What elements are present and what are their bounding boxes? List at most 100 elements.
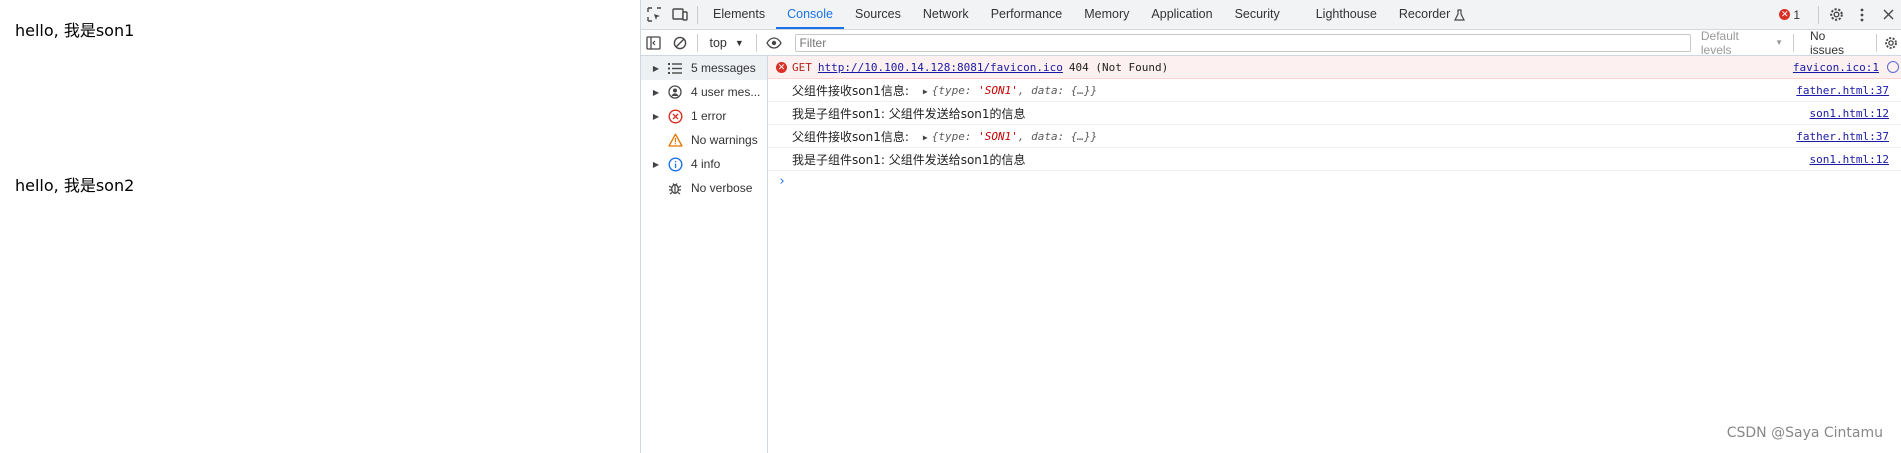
- console-sidebar: ▶ 5 messages ▶ 4 user mes... ▶ 1 error N…: [641, 56, 768, 453]
- log-object[interactable]: ▶ {type: 'SON1', data: {…}}: [923, 130, 1097, 143]
- sidebar-item-label: No warnings: [691, 133, 758, 147]
- tab-recorder-label: Recorder: [1398, 7, 1451, 21]
- log-text: 我是子组件son1: 父组件发送给son1的信息: [792, 106, 1026, 121]
- obj-prefix: {type:: [931, 129, 979, 143]
- toolbar-separator-3: [1793, 33, 1795, 52]
- issues-button[interactable]: No issues: [1810, 29, 1862, 57]
- console-error-row[interactable]: ✕ GET http://10.100.14.128:8081/favicon.…: [768, 56, 1901, 79]
- user-icon: [665, 82, 685, 102]
- sidebar-item-warnings[interactable]: No warnings: [641, 128, 767, 152]
- tab-sources[interactable]: Sources: [844, 0, 912, 29]
- toolbar-separator-4: [1876, 33, 1878, 52]
- log-levels-dropdown[interactable]: Default levels ▼: [1701, 29, 1783, 57]
- console-log-row[interactable]: 我是子组件son1: 父组件发送给son1的信息 son1.html:12: [768, 148, 1901, 171]
- request-url-link[interactable]: http://10.100.14.128:8081/favicon.ico: [818, 61, 1063, 74]
- devtools-panel: Elements Console Sources Network Perform…: [640, 0, 1901, 453]
- obj-suffix: , data: {…}}: [1017, 129, 1098, 143]
- error-icon: [665, 106, 685, 126]
- sidebar-item-label: 5 messages: [691, 61, 756, 75]
- source-link[interactable]: favicon.ico:1: [1793, 56, 1879, 79]
- tabbar-separator: [697, 5, 698, 24]
- list-icon: [665, 58, 685, 78]
- obj-suffix: , data: {…}}: [1017, 83, 1098, 97]
- network-globe-icon[interactable]: [1887, 61, 1899, 73]
- bug-icon: [665, 178, 685, 198]
- source-link[interactable]: father.html:37: [1796, 79, 1889, 102]
- warning-icon: [665, 130, 685, 150]
- request-method: GET: [792, 60, 812, 74]
- console-log-row[interactable]: 父组件接收son1信息: ▶ {type: 'SON1', data: {…}} …: [768, 125, 1901, 148]
- tabbar-right-separator: [1818, 5, 1819, 24]
- close-icon[interactable]: [1875, 2, 1901, 28]
- obj-type-value: 'SON1': [978, 129, 1018, 143]
- sidebar-item-label: 1 error: [691, 109, 727, 123]
- expand-arrow-icon: ▶: [652, 111, 660, 121]
- log-text: 我是子组件son1: 父组件发送给son1的信息: [792, 152, 1026, 167]
- error-counter[interactable]: ✕ 1: [1779, 8, 1800, 22]
- prompt-chevron-icon: ›: [778, 174, 786, 189]
- chevron-down-icon: ▼: [734, 37, 744, 48]
- expand-arrow-icon: ▶: [652, 159, 660, 169]
- console-log-row[interactable]: 我是子组件son1: 父组件发送给son1的信息 son1.html:12: [768, 102, 1901, 125]
- request-status: 404 (Not Found): [1068, 60, 1169, 74]
- filter-input[interactable]: [794, 33, 1691, 52]
- tab-network[interactable]: Network: [912, 0, 980, 29]
- tab-security[interactable]: Security: [1224, 0, 1291, 29]
- console-log-row[interactable]: 父组件接收son1信息: ▶ {type: 'SON1', data: {…}} …: [768, 79, 1901, 102]
- log-levels-label: Default levels: [1700, 28, 1739, 57]
- inspect-element-icon[interactable]: [641, 2, 667, 28]
- more-options-icon[interactable]: [1849, 2, 1875, 28]
- source-link[interactable]: son1.html:12: [1810, 102, 1889, 125]
- sidebar-item-errors[interactable]: ▶ 1 error: [641, 104, 767, 128]
- obj-type-value: 'SON1': [978, 83, 1018, 97]
- sidebar-toggle-icon[interactable]: [641, 31, 667, 55]
- log-text: 父组件接收son1信息:: [792, 83, 909, 98]
- settings-gear-icon[interactable]: [1823, 2, 1849, 28]
- son2-text: hello, 我是son2: [15, 176, 135, 195]
- tab-recorder[interactable]: Recorder: [1388, 0, 1476, 29]
- toolbar-separator-2: [755, 33, 757, 52]
- error-circle-icon: ✕: [776, 62, 787, 73]
- sidebar-item-label: 4 info: [691, 157, 721, 171]
- context-selector[interactable]: top ▼: [701, 36, 751, 50]
- webpage-viewport: hello, 我是son1 hello, 我是son2: [0, 0, 640, 453]
- devtools-tabbar: Elements Console Sources Network Perform…: [641, 0, 1901, 30]
- watermark: CSDN @Saya Cintamu: [1726, 425, 1883, 441]
- context-selector-label: top: [709, 35, 727, 50]
- sidebar-item-label: 4 user mes...: [691, 85, 761, 99]
- tab-console[interactable]: Console: [776, 0, 844, 29]
- live-expression-eye-icon[interactable]: [761, 31, 787, 55]
- expand-triangle-icon: ▶: [922, 132, 928, 142]
- sidebar-item-user-messages[interactable]: ▶ 4 user mes...: [641, 80, 767, 104]
- console-toolbar: top ▼ Default levels ▼ No issues: [641, 29, 1901, 57]
- expand-arrow-icon: ▶: [652, 87, 660, 97]
- levels-chevron-icon: ▼: [1775, 38, 1784, 47]
- error-count-label: 1: [1793, 7, 1800, 22]
- tab-elements[interactable]: Elements: [702, 0, 776, 29]
- tab-performance[interactable]: Performance: [980, 0, 1074, 29]
- tab-application[interactable]: Application: [1140, 0, 1223, 29]
- console-settings-icon[interactable]: [1881, 31, 1901, 55]
- console-messages: ✕ GET http://10.100.14.128:8081/favicon.…: [768, 56, 1901, 453]
- console-prompt[interactable]: ›: [768, 171, 1901, 193]
- flask-icon: [1454, 8, 1466, 21]
- sidebar-item-label: No verbose: [691, 181, 753, 195]
- info-icon: [665, 154, 685, 174]
- tabbar-right: ✕ 1: [1779, 0, 1901, 29]
- log-object[interactable]: ▶ {type: 'SON1', data: {…}}: [923, 84, 1097, 97]
- sidebar-item-info[interactable]: ▶ 4 info: [641, 152, 767, 176]
- tab-memory[interactable]: Memory: [1073, 0, 1140, 29]
- toolbar-separator: [696, 33, 698, 52]
- sidebar-item-verbose[interactable]: No verbose: [641, 176, 767, 200]
- error-badge-icon: ✕: [1779, 9, 1791, 20]
- sidebar-item-messages[interactable]: ▶ 5 messages: [641, 56, 767, 80]
- expand-arrow-icon: ▶: [652, 63, 660, 73]
- expand-triangle-icon: ▶: [922, 86, 928, 96]
- tab-lighthouse[interactable]: Lighthouse: [1305, 0, 1388, 29]
- son1-text: hello, 我是son1: [15, 21, 135, 40]
- source-link[interactable]: son1.html:12: [1810, 148, 1889, 171]
- source-link[interactable]: father.html:37: [1796, 125, 1889, 148]
- clear-console-icon[interactable]: [667, 31, 693, 55]
- device-toolbar-icon[interactable]: [667, 2, 693, 28]
- obj-prefix: {type:: [931, 83, 979, 97]
